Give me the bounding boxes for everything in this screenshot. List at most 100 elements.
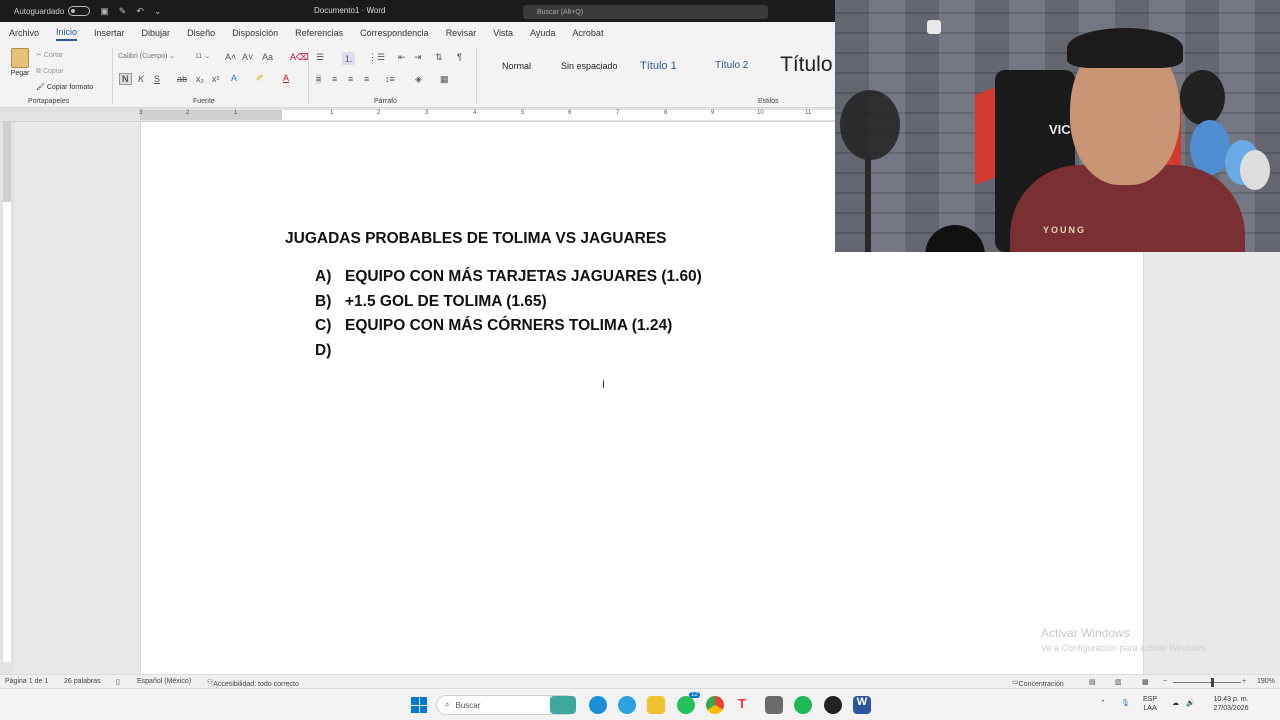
toy-figure [1240, 150, 1270, 190]
font-color-icon[interactable]: A [283, 73, 289, 83]
zoom-out-icon[interactable]: − [1163, 678, 1167, 685]
tab-disposicion[interactable]: Disposición [232, 26, 278, 40]
zoom-level[interactable]: 190% [1257, 678, 1275, 685]
spotify-icon[interactable] [794, 696, 812, 714]
customize-dropdown-icon[interactable]: ⌄ [154, 6, 162, 17]
numbering-icon[interactable]: ⒈ [342, 52, 356, 65]
tab-inicio[interactable]: Inicio [56, 25, 78, 41]
style-normal[interactable]: Normal [502, 61, 531, 71]
chrome-icon[interactable] [706, 696, 724, 714]
microphone-icon[interactable]: 🎙 [1121, 699, 1130, 708]
list-item[interactable]: D) [315, 342, 702, 367]
line-spacing-icon[interactable]: ↕≡ [385, 74, 395, 84]
pen-icon[interactable]: ✎ [119, 6, 127, 17]
tab-diseno[interactable]: Diseño [187, 26, 215, 40]
ruler-number: 10 [757, 110, 764, 116]
text-app-icon[interactable]: T [733, 696, 751, 714]
font-name-dropdown[interactable]: Calibri (Cuerpo) ⌄ [118, 52, 190, 64]
whatsapp-icon[interactable] [677, 696, 695, 714]
page-count[interactable]: Página 1 de 1 [5, 678, 48, 685]
style-titulo[interactable]: Título [780, 53, 833, 77]
sort-icon[interactable]: ⇅ [435, 52, 443, 63]
tab-ayuda[interactable]: Ayuda [530, 26, 555, 40]
increase-indent-icon[interactable]: ⇥ [414, 52, 422, 63]
underline-icon[interactable]: S [154, 74, 160, 84]
bold-icon[interactable]: N [119, 73, 132, 85]
decrease-indent-icon[interactable]: ⇤ [398, 52, 406, 63]
horizontal-ruler[interactable]: 3 2 1 1 2 3 4 5 6 7 8 9 10 11 [0, 108, 835, 122]
zoom-slider-thumb[interactable] [1211, 678, 1214, 687]
focus-mode-button[interactable]: ▭ Concentración [1012, 678, 1064, 688]
font-size-dropdown[interactable]: 11 ⌄ [195, 52, 219, 64]
shading-icon[interactable]: ◈ [415, 74, 422, 85]
search-highlight-icon[interactable] [550, 696, 576, 714]
text-effects-icon[interactable]: A [231, 73, 237, 83]
read-mode-icon[interactable]: ▤ [1089, 678, 1096, 686]
list-item[interactable]: B) +1.5 GOL DE TOLIMA (1.65) [315, 293, 702, 318]
word-count[interactable]: 26 palabras [64, 678, 101, 685]
windows-start-icon[interactable] [411, 697, 427, 713]
paste-button[interactable]: Pegar [8, 48, 32, 77]
strikethrough-icon[interactable]: ab [177, 74, 187, 84]
highlight-icon[interactable]: ✐ [256, 73, 264, 84]
style-sin-espaciado[interactable]: Sin espaciado [561, 61, 618, 71]
save-icon[interactable]: ▣ [100, 6, 109, 17]
undo-icon[interactable]: ↶ [136, 6, 144, 17]
change-case-icon[interactable]: Aa [262, 52, 273, 62]
vertical-ruler[interactable] [0, 122, 14, 674]
word-icon[interactable]: W [853, 696, 871, 714]
tab-correspondencia[interactable]: Correspondencia [360, 26, 429, 40]
file-explorer-icon[interactable] [647, 696, 665, 714]
italic-icon[interactable]: K [138, 74, 144, 84]
superscript-icon[interactable]: x² [212, 74, 220, 84]
align-center-icon[interactable]: ≡ [332, 74, 337, 84]
bullets-icon[interactable]: ☰ [316, 52, 324, 63]
tab-referencias[interactable]: Referencias [295, 26, 343, 40]
zoom-in-icon[interactable]: + [1242, 678, 1246, 685]
tab-dibujar[interactable]: Dibujar [142, 26, 171, 40]
tab-revisar[interactable]: Revisar [446, 26, 477, 40]
calculator-icon[interactable] [765, 696, 783, 714]
align-right-icon[interactable]: ≡ [348, 74, 353, 84]
autosave-toggle[interactable]: Autoguardado [14, 6, 91, 16]
shrink-font-icon[interactable]: A˅ [242, 52, 253, 62]
style-titulo-2[interactable]: Título 2 [715, 60, 748, 71]
volume-icon[interactable]: 🔊 [1186, 699, 1195, 708]
language-status[interactable]: Español (México) [137, 678, 191, 685]
multilevel-list-icon[interactable]: ⋮☰ [368, 52, 385, 63]
show-marks-icon[interactable]: ¶ [457, 52, 462, 62]
network-icon[interactable]: ☁ [1172, 699, 1179, 708]
edge-icon[interactable] [589, 696, 607, 714]
app-icon[interactable] [824, 696, 842, 714]
clear-format-icon[interactable]: A⌫ [290, 52, 309, 63]
style-titulo-1[interactable]: Título 1 [640, 60, 677, 72]
tab-acrobat[interactable]: Acrobat [572, 26, 603, 40]
web-layout-icon[interactable]: ▦ [1142, 678, 1149, 686]
subscript-icon[interactable]: x₂ [196, 74, 204, 84]
format-painter-button[interactable]: 🖌 Copiar formato [36, 80, 93, 96]
print-layout-icon[interactable]: ▥ [1115, 678, 1122, 686]
clock[interactable]: 10:43 p. m. 27/03/2026 [1208, 695, 1254, 713]
list-item[interactable]: A) EQUIPO CON MÁS TARJETAS JAGUARES (1.6… [315, 268, 702, 293]
tab-archivo[interactable]: Archivo [9, 26, 39, 40]
zoom-slider[interactable] [1173, 682, 1241, 683]
tab-vista[interactable]: Vista [493, 26, 513, 40]
telegram-icon[interactable] [618, 696, 636, 714]
justify-icon[interactable]: ≡ [364, 74, 369, 84]
list-marker: D) [315, 341, 332, 359]
proofing-icon[interactable]: ▯ [116, 678, 120, 686]
clock-date: 27/03/2026 [1213, 705, 1249, 712]
align-left-icon[interactable]: ≡ [316, 74, 322, 84]
grow-font-icon[interactable]: A˄ [225, 52, 236, 62]
borders-icon[interactable]: ▦ [440, 74, 449, 85]
copy-button[interactable]: ⧉ Copiar [36, 64, 93, 80]
document-heading[interactable]: JUGADAS PROBABLES DE TOLIMA VS JAGUARES [285, 230, 667, 248]
ruler-number: 8 [664, 110, 668, 116]
tab-insertar[interactable]: Insertar [94, 26, 125, 40]
cut-button[interactable]: ✂ Cortar [36, 48, 93, 64]
accessibility-status[interactable]: ⚇ Accesibilidad: todo correcto [207, 678, 299, 688]
search-input[interactable]: Buscar (Alt+Q) [523, 5, 768, 19]
language-indicator[interactable]: ESP LAA [1143, 695, 1157, 713]
tray-chevron-icon[interactable]: ⌃ [1100, 699, 1106, 708]
list-item[interactable]: C) EQUIPO CON MÁS CÓRNERS TOLIMA (1.24) [315, 317, 702, 342]
